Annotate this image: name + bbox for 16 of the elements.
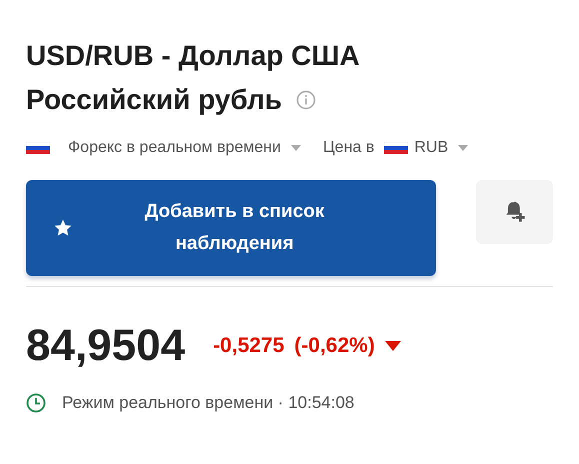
status-text: Режим реального времени · 10:54:08	[62, 393, 354, 413]
clock-icon	[26, 393, 46, 413]
add-alert-button[interactable]	[476, 180, 553, 244]
price-currency-label: Цена в	[322, 139, 374, 157]
price-value: 84,9504	[26, 321, 186, 371]
currency-dropdown[interactable]: RUB	[414, 139, 468, 157]
caret-icon	[290, 145, 301, 151]
percent-change: (-0,62%)	[294, 334, 375, 358]
market-dropdown[interactable]: Форекс в реальном времени	[68, 139, 301, 157]
star-icon	[53, 218, 73, 238]
instrument-title: USD/RUB - Доллар США Российский рубль	[26, 39, 361, 117]
add-to-watchlist-button[interactable]: Добавить в список наблюдения	[26, 180, 436, 276]
price-change: -0,5275	[213, 334, 284, 358]
flag-icon	[384, 142, 408, 154]
flag-icon	[26, 142, 50, 154]
caret-icon	[458, 145, 468, 151]
